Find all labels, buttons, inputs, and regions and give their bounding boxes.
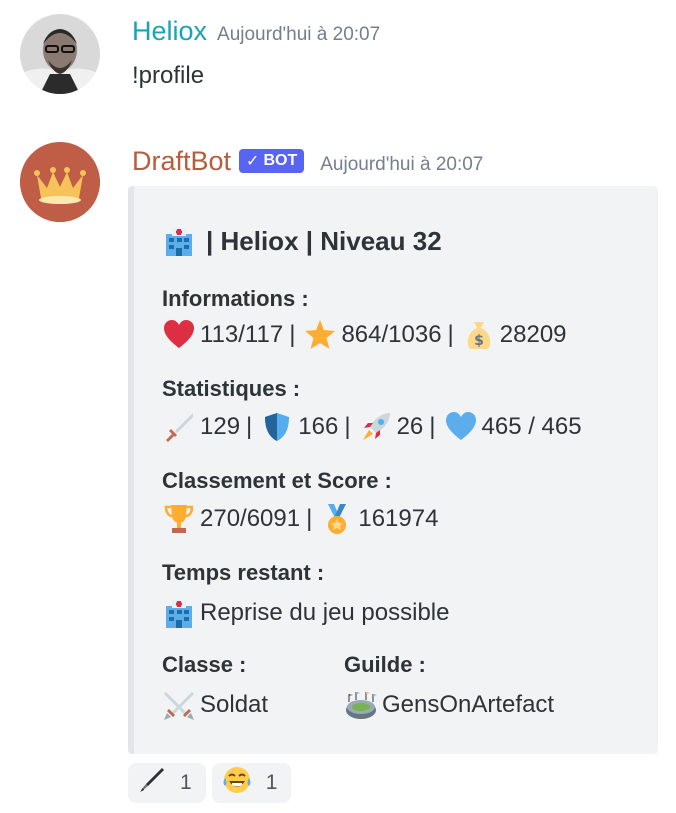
embed-title: | Heliox | Niveau 32 bbox=[162, 224, 442, 258]
field-statistiques-name: Statistiques : bbox=[162, 376, 301, 401]
stadium-icon bbox=[344, 688, 378, 722]
check-icon: ✓ bbox=[246, 153, 260, 170]
shield-icon bbox=[260, 410, 294, 444]
fight-health-value: 465 / 465 bbox=[481, 413, 582, 440]
temps-value: Reprise du jeu possible bbox=[200, 599, 450, 626]
defense-value: 166 bbox=[298, 413, 339, 440]
pen-icon bbox=[138, 766, 166, 800]
avatar[interactable] bbox=[20, 142, 100, 222]
field-guilde-value: GensOnArtefact bbox=[344, 688, 554, 722]
rocket-icon bbox=[359, 410, 393, 444]
reaction-count: 1 bbox=[265, 771, 278, 794]
classe-value: Soldat bbox=[200, 691, 269, 718]
star-icon bbox=[303, 318, 337, 352]
bot-tag: ✓ BOT bbox=[239, 149, 305, 173]
separator: | bbox=[246, 413, 253, 440]
profile-embed: | Heliox | Niveau 32 Informations : 113/… bbox=[128, 186, 658, 754]
dagger-icon bbox=[162, 410, 196, 444]
guilde-value: GensOnArtefact bbox=[382, 691, 555, 718]
field-classement-value: 270/6091 | 161974 bbox=[162, 502, 438, 536]
separator: | bbox=[429, 413, 436, 440]
message-content: !profile bbox=[132, 62, 205, 89]
separator: | bbox=[289, 321, 296, 348]
timestamp: Aujourd'hui à 20:07 bbox=[320, 154, 484, 175]
field-guilde-name: Guilde : bbox=[344, 652, 426, 677]
hospital-icon bbox=[162, 596, 196, 630]
speed-value: 26 bbox=[396, 413, 424, 440]
field-statistiques-value: 129 | 166 | 26 | 465 / 465 bbox=[162, 410, 582, 444]
username[interactable]: DraftBot bbox=[132, 146, 231, 177]
separator: | bbox=[306, 505, 313, 532]
money-bag-icon: $ bbox=[462, 318, 496, 352]
crossed-swords-icon bbox=[162, 688, 196, 722]
hospital-icon bbox=[162, 224, 196, 258]
embed-title-text: | Heliox | Niveau 32 bbox=[206, 225, 442, 256]
separator: | bbox=[344, 413, 351, 440]
heart-icon bbox=[162, 318, 196, 352]
bot-label: BOT bbox=[263, 152, 298, 169]
field-informations-name: Informations : bbox=[162, 286, 309, 311]
rank-value: 270/6091 bbox=[200, 505, 301, 532]
field-classe-value: Soldat bbox=[162, 688, 268, 722]
blue-heart-icon bbox=[444, 410, 478, 444]
field-classement-name: Classement et Score : bbox=[162, 468, 392, 493]
field-classe-name: Classe : bbox=[162, 652, 247, 677]
field-informations-value: 113/117 | 864/1036 | $ 28209 bbox=[162, 318, 567, 352]
reaction-count: 1 bbox=[180, 771, 192, 794]
laughing-tears-icon bbox=[222, 765, 252, 801]
score-value: 161974 bbox=[358, 505, 439, 532]
timestamp: Aujourd'hui à 20:07 bbox=[217, 24, 381, 45]
attack-value: 129 bbox=[200, 413, 241, 440]
username[interactable]: Heliox bbox=[132, 16, 207, 47]
reaction-laughing[interactable]: 1 bbox=[211, 763, 292, 803]
trophy-icon bbox=[162, 502, 196, 536]
health-value: 113/117 bbox=[200, 321, 284, 348]
reactions: 1 1 bbox=[128, 763, 292, 803]
money-value: 28209 bbox=[499, 321, 567, 348]
avatar[interactable] bbox=[20, 14, 100, 94]
separator: | bbox=[447, 321, 454, 348]
field-temps-name: Temps restant : bbox=[162, 560, 325, 585]
medal-icon bbox=[320, 502, 354, 536]
experience-value: 864/1036 bbox=[341, 321, 442, 348]
field-temps-value: Reprise du jeu possible bbox=[162, 596, 449, 630]
reaction-pen[interactable]: 1 bbox=[128, 763, 206, 803]
svg-text:$: $ bbox=[474, 333, 484, 349]
